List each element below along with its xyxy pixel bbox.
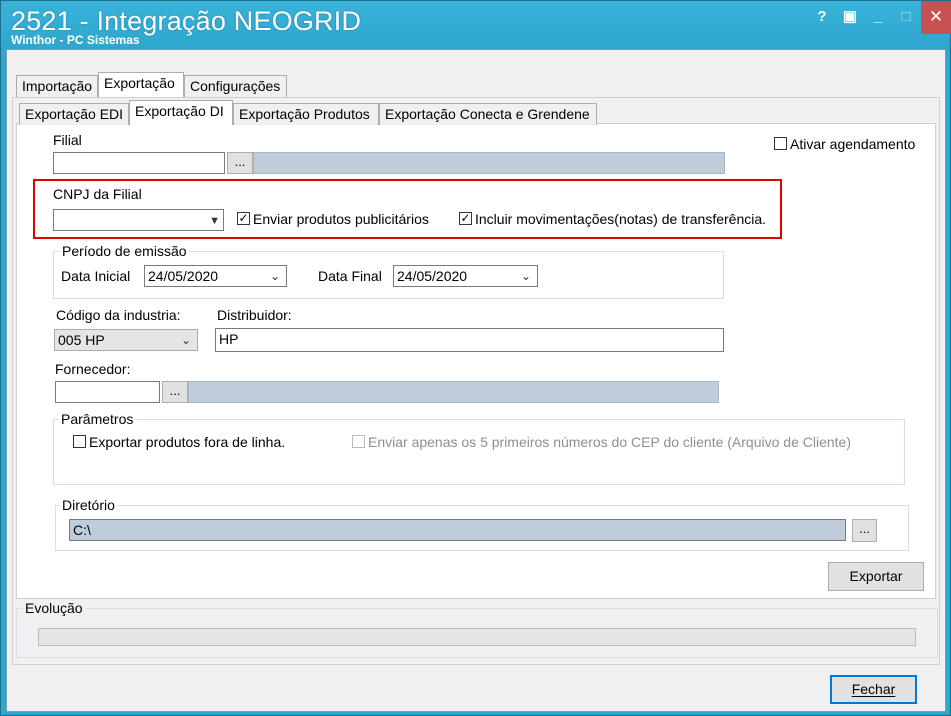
filial-description-field: [253, 152, 725, 174]
ativar-agendamento-label: Ativar agendamento: [790, 136, 916, 152]
data-final-label: Data Final: [318, 268, 382, 284]
filial-input[interactable]: [53, 152, 225, 174]
data-final-picker[interactable]: 24/05/2020 ⌄: [393, 265, 538, 287]
fechar-button[interactable]: Fechar: [830, 675, 917, 704]
distribuidor-input[interactable]: HP: [215, 328, 724, 352]
cnpj-select[interactable]: ▼: [53, 209, 224, 231]
data-inicial-picker[interactable]: 24/05/2020 ⌄: [144, 265, 287, 287]
ativar-agendamento-checkbox[interactable]: [774, 137, 787, 150]
enviar-publicitarios-label: Enviar produtos publicitários: [253, 211, 429, 227]
parametros-group: [53, 419, 905, 485]
fornecedor-input[interactable]: [55, 381, 160, 403]
chevron-down-icon: ⌄: [180, 333, 191, 347]
filial-lookup-button[interactable]: ...: [227, 152, 253, 174]
parametros-title: Parâmetros: [59, 411, 136, 427]
fora-linha-checkbox[interactable]: [73, 435, 86, 448]
tab-exportacao-di[interactable]: Exportação DI: [129, 100, 233, 125]
evolucao-title: Evolução: [23, 600, 85, 616]
diretorio-browse-button[interactable]: ...: [852, 519, 877, 542]
chevron-down-icon: ⌄: [269, 269, 280, 283]
tab-configuracoes[interactable]: Configurações: [184, 75, 287, 97]
exportar-button[interactable]: Exportar: [828, 562, 924, 591]
filial-label: Filial: [53, 132, 82, 148]
industria-label: Código da industria:: [56, 307, 181, 323]
enviar-publicitarios-checkbox[interactable]: ✓: [237, 212, 250, 225]
dropdown-arrow-icon: ▼: [209, 215, 220, 227]
cep-label: Enviar apenas os 5 primeiros números do …: [368, 434, 851, 450]
incluir-transferencia-label: Incluir movimentações(notas) de transfer…: [475, 211, 767, 227]
data-final-value: 24/05/2020: [397, 268, 468, 284]
tab-importacao[interactable]: Importação: [16, 75, 98, 97]
cep-checkbox: [352, 435, 365, 448]
fora-linha-label: Exportar produtos fora de linha.: [89, 434, 286, 450]
application-window: 2521 - Integração NEOGRID Winthor - PC S…: [0, 0, 951, 716]
help-icon[interactable]: ?: [811, 7, 833, 27]
tab-exportacao-edi[interactable]: Exportação EDI: [19, 103, 129, 125]
industria-select[interactable]: 005 HP ⌄: [54, 329, 198, 351]
data-inicial-value: 24/05/2020: [148, 268, 219, 284]
window-subtitle: Winthor - PC Sistemas: [11, 33, 140, 47]
periodo-emissao-title: Período de emissão: [60, 243, 189, 259]
tab-exportacao-produtos[interactable]: Exportação Produtos: [233, 103, 379, 125]
tab-exportacao-conecta-grendene[interactable]: Exportação Conecta e Grendene: [379, 103, 597, 125]
chevron-down-icon: ⌄: [520, 269, 531, 283]
data-inicial-label: Data Inicial: [61, 268, 131, 284]
minimize-icon[interactable]: _: [867, 7, 889, 27]
evolucao-progress-bar: [38, 628, 916, 646]
close-icon[interactable]: ✕: [921, 1, 951, 34]
distribuidor-label: Distribuidor:: [217, 307, 292, 323]
fornecedor-lookup-button[interactable]: ...: [162, 381, 188, 403]
cnpj-label: CNPJ da Filial: [53, 186, 142, 202]
incluir-transferencia-checkbox[interactable]: ✓: [459, 212, 472, 225]
diretorio-field: C:\: [69, 519, 846, 541]
fornecedor-description-field: [188, 381, 719, 403]
tab-exportacao[interactable]: Exportação: [98, 72, 184, 97]
fornecedor-label: Fornecedor:: [55, 361, 131, 377]
restore-icon[interactable]: ▣: [839, 7, 861, 27]
industria-value: 005 HP: [58, 332, 105, 348]
diretorio-title: Diretório: [60, 497, 117, 513]
maximize-icon: □: [901, 8, 911, 25]
